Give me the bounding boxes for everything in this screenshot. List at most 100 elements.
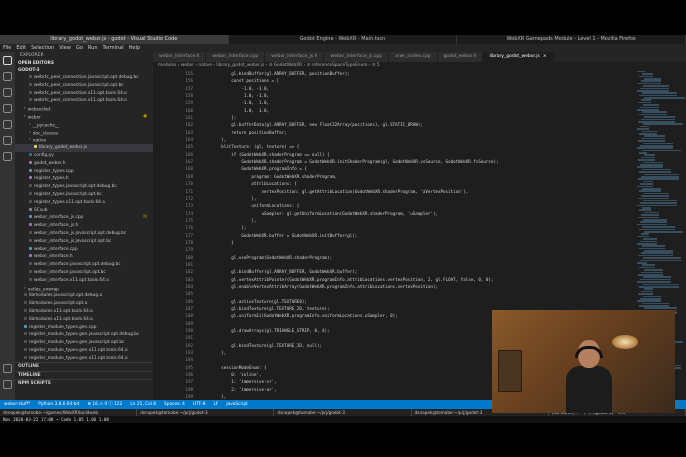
menu-item-view[interactable]: View bbox=[59, 45, 71, 51]
file-tree-item[interactable]: webrtc_peer_connection.x11.opt.tools.64.… bbox=[15, 97, 153, 105]
code-line[interactable]: GodotWebXR.buffer = GodotWebXR.initBuffe… bbox=[201, 232, 633, 239]
code-line[interactable] bbox=[201, 290, 633, 297]
status-item[interactable]: JavaScript bbox=[226, 400, 248, 409]
file-tree-item[interactable]: webxr_interface.javascript.opt.debug.bc bbox=[15, 261, 153, 269]
menu-item-run[interactable]: Run bbox=[88, 45, 98, 51]
editor-tab[interactable]: webxr_interface_js.cpp bbox=[324, 52, 390, 62]
status-item[interactable]: ⊗ 16 ⚠ 0 ⓘ 122 bbox=[87, 400, 122, 409]
file-tree-item[interactable]: webxr_interface.javascript.opt.bc bbox=[15, 269, 153, 277]
code-line[interactable]: gl.vertexAttribPointer(GodotWebXR.progra… bbox=[201, 276, 633, 283]
code-line[interactable]: gl.activeTexture(gl.TEXTURE0); bbox=[201, 298, 633, 305]
account-icon[interactable] bbox=[3, 364, 12, 373]
search-icon[interactable] bbox=[3, 72, 12, 81]
code-line[interactable]: 1.0, -1.0, bbox=[201, 92, 633, 99]
explorer-icon[interactable] bbox=[3, 56, 12, 65]
code-line[interactable]: gl.enableVertexAttribArray(GodotWebXR.pr… bbox=[201, 283, 633, 290]
status-item[interactable]: Ln 25, Col 8 bbox=[130, 400, 156, 409]
menu-item-edit[interactable]: Edit bbox=[16, 45, 26, 51]
file-tree-item[interactable]: webxr_interface.cpp bbox=[15, 246, 153, 254]
file-tree-item[interactable]: webrtc_peer_connection.x11.opt.tools.64.… bbox=[15, 90, 153, 98]
code-line[interactable]: return positionBuffer; bbox=[201, 129, 633, 136]
menu-item-file[interactable]: File bbox=[3, 45, 11, 51]
code-line[interactable]: uSampler: gl.getUniformLocation(GodotWeb… bbox=[201, 210, 633, 217]
status-item[interactable]: Python 3.8.6 64-bit bbox=[38, 400, 79, 409]
npm-scripts-section[interactable]: NPM SCRIPTS bbox=[15, 379, 153, 388]
file-tree-item[interactable]: register_module_types.gen.cpp bbox=[15, 324, 153, 332]
file-tree-item[interactable]: register_types.h bbox=[15, 175, 153, 183]
window-tab[interactable]: WebXR Gamepads Module - Level 1 - Mozill… bbox=[457, 35, 686, 44]
code-line[interactable]: if (GodotWebXR.shaderProgram == null) { bbox=[201, 151, 633, 158]
file-tree-item[interactable]: library_godot_webxr.js bbox=[15, 144, 153, 152]
code-line[interactable]: -1.0, 1.0, bbox=[201, 99, 633, 106]
menu-item-go[interactable]: Go bbox=[76, 45, 83, 51]
code-line[interactable] bbox=[201, 246, 633, 253]
status-item[interactable]: LF bbox=[213, 400, 218, 409]
code-line[interactable]: -1.0, -1.0, bbox=[201, 85, 633, 92]
code-line[interactable] bbox=[201, 261, 633, 268]
status-item[interactable]: UTF-8 bbox=[193, 400, 206, 409]
file-tree-item[interactable]: › xatlas_unwrap bbox=[15, 285, 153, 293]
code-line[interactable]: GodotWebXR.shaderProgram = GodotWebXR.in… bbox=[201, 158, 633, 165]
editor-tab[interactable]: webxr_interface.cpp bbox=[206, 52, 266, 62]
code-line[interactable]: gl.bufferData(gl.ARRAY_BUFFER, new Float… bbox=[201, 121, 633, 128]
code-line[interactable]: ]; bbox=[201, 114, 633, 121]
file-tree-item[interactable]: webrtc_peer_connection.javascript.opt.bc bbox=[15, 82, 153, 90]
editor-tab[interactable]: library_godot_webxr.js × bbox=[483, 52, 554, 62]
file-tree-item[interactable]: webxr_interface_js.cpp M bbox=[15, 214, 153, 222]
window-tab[interactable]: Godot Engine - WebXR - Main.tscn bbox=[229, 35, 458, 44]
file-tree-item[interactable]: register_module_types.gen.x11.opt.tools.… bbox=[15, 355, 153, 363]
code-line[interactable]: } bbox=[201, 239, 633, 246]
menu-item-selection[interactable]: Selection bbox=[31, 45, 54, 51]
outline-section[interactable]: OUTLINE bbox=[15, 362, 153, 371]
file-tree-item[interactable]: register_module_types.gen.x11.opt.tools.… bbox=[15, 347, 153, 355]
remote-explorer-icon[interactable] bbox=[3, 136, 12, 145]
code-line[interactable]: }, bbox=[201, 195, 633, 202]
code-line[interactable]: blitTexture: (gl, texture) => { bbox=[201, 143, 633, 150]
file-tree-item[interactable]: libmodules.x11.opt.tools.64.a bbox=[15, 316, 153, 324]
terminal-tab[interactable]: dsnopek@tomobe:~/games/WebXR/buildweb bbox=[0, 409, 138, 416]
file-tree-item[interactable]: libmodules.javascript.opt.debug.a bbox=[15, 292, 153, 300]
file-tree-item[interactable]: › __pycache__ bbox=[15, 121, 153, 129]
code-line[interactable]: const positions = [ bbox=[201, 77, 633, 84]
file-tree-item[interactable]: godot_webxr.h bbox=[15, 160, 153, 168]
file-tree-item[interactable]: register_types.javascript.opt.bc bbox=[15, 191, 153, 199]
file-tree-item[interactable]: webxr_interface_js.javascript.opt.bc bbox=[15, 238, 153, 246]
editor-tab[interactable]: xrwr_nodes.cpp bbox=[389, 52, 438, 62]
status-item[interactable]: webxr-stuff* bbox=[4, 400, 30, 409]
file-tree-item[interactable]: register_module_types.gen.javascript.opt… bbox=[15, 339, 153, 347]
file-tree-item[interactable]: webxr_interface_js.javascript.opt.debug.… bbox=[15, 230, 153, 238]
file-tree-item[interactable]: › webxr ● bbox=[15, 113, 153, 121]
file-tree-item[interactable]: webxr_interface.x11.opt.tools.64.o bbox=[15, 277, 153, 285]
file-tree-item[interactable]: config.py bbox=[15, 152, 153, 160]
code-line[interactable]: }; bbox=[201, 224, 633, 231]
terminal-tab[interactable]: dsnopek@tomobe:~/prj/godot-3 bbox=[137, 409, 275, 416]
file-tree-item[interactable]: webrtc_peer_connection.javascript.opt.de… bbox=[15, 74, 153, 82]
terminal-tab[interactable]: dsnopek@tomobe:~/prj/godot-3 bbox=[274, 409, 412, 416]
code-line[interactable]: }, bbox=[201, 217, 633, 224]
code-line[interactable]: }, bbox=[201, 136, 633, 143]
file-tree-item[interactable]: register_types.javascript.opt.debug.bc bbox=[15, 183, 153, 191]
editor-tab[interactable]: webxr_interface.h bbox=[153, 52, 207, 62]
run-debug-icon[interactable] bbox=[3, 104, 12, 113]
timeline-section[interactable]: TIMELINE bbox=[15, 370, 153, 380]
code-line[interactable]: gl.bindBuffer(gl.ARRAY_BUFFER, positionB… bbox=[201, 70, 633, 77]
file-tree-item[interactable]: SCsub bbox=[15, 207, 153, 215]
status-item[interactable]: Spaces: 4 bbox=[164, 400, 185, 409]
menu-item-help[interactable]: Help bbox=[129, 45, 140, 51]
file-tree-item[interactable]: › native bbox=[15, 136, 153, 144]
editor-tab[interactable]: godot_webxr.h bbox=[437, 52, 484, 62]
code-line[interactable]: gl.useProgram(GodotWebXR.shaderProgram); bbox=[201, 254, 633, 261]
file-tree-item[interactable]: register_types.cpp bbox=[15, 168, 153, 176]
file-tree-item[interactable]: webxr_interface.h bbox=[15, 253, 153, 261]
code-line[interactable]: GodotWebXR.programInfo = { bbox=[201, 165, 633, 172]
source-control-icon[interactable] bbox=[3, 88, 12, 97]
file-tree-item[interactable]: libmodules.x11.opt.tools.64.a bbox=[15, 308, 153, 316]
code-line[interactable]: vertexPosition: gl.getAttribLocation(God… bbox=[201, 188, 633, 195]
editor-tab[interactable]: webxr_interface_js.h bbox=[265, 52, 325, 62]
open-editors-section[interactable]: OPEN EDITORS bbox=[15, 60, 153, 67]
file-tree-item[interactable]: register_module_types.gen.javascript.opt… bbox=[15, 331, 153, 339]
testing-icon[interactable] bbox=[3, 152, 12, 161]
code-line[interactable]: gl.bindBuffer(gl.ARRAY_BUFFER, GodotWebX… bbox=[201, 268, 633, 275]
code-line[interactable]: attribLocations: { bbox=[201, 180, 633, 187]
extensions-icon[interactable] bbox=[3, 120, 12, 129]
